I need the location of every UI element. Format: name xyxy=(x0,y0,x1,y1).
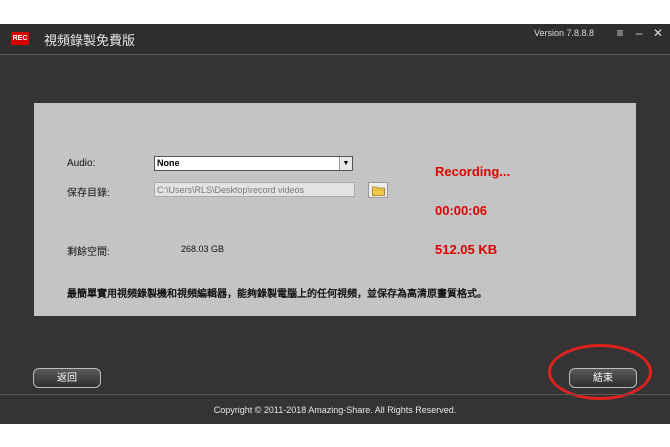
title-divider xyxy=(0,54,670,55)
browse-folder-button[interactable] xyxy=(368,182,388,198)
back-button[interactable]: 返回 xyxy=(33,368,101,388)
free-space-value: 268.03 GB xyxy=(181,244,225,254)
recording-panel: Audio: None ▼ 保存目錄: C:\Users\RLS\Desktop… xyxy=(34,103,636,316)
rec-logo-icon: REC xyxy=(11,32,29,45)
title-bar: REC 視頻錄製免費版 Version 7.8.8.8 ≡ – ✕ xyxy=(0,24,670,54)
folder-icon xyxy=(372,186,385,196)
version-label: Version 7.8.8.8 xyxy=(534,28,595,38)
recording-status: Recording... xyxy=(435,164,511,179)
minimize-icon[interactable]: – xyxy=(632,26,646,40)
elapsed-time: 00:00:06 xyxy=(435,203,488,218)
highlight-circle xyxy=(548,344,652,400)
free-space-label: 剩餘空間: xyxy=(67,247,110,258)
save-dir-label: 保存目錄: xyxy=(67,188,110,199)
audio-select[interactable]: None ▼ xyxy=(154,156,353,171)
footer-divider xyxy=(0,394,670,395)
description-text: 最簡單實用視頻錄製機和視頻編輯器，能夠錄製電腦上的任何視頻，並保存為高清原畫質格… xyxy=(67,289,487,300)
copyright-text: Copyright © 2011-2018 Amazing-Share. All… xyxy=(213,405,457,415)
audio-label: Audio: xyxy=(67,158,96,169)
save-dir-field[interactable]: C:\Users\RLS\Desktop\record videos xyxy=(154,182,355,197)
app-window: REC 視頻錄製免費版 Version 7.8.8.8 ≡ – ✕ Audio:… xyxy=(0,24,670,424)
menu-icon[interactable]: ≡ xyxy=(613,26,627,40)
close-icon[interactable]: ✕ xyxy=(651,26,665,40)
file-size: 512.05 KB xyxy=(435,242,498,257)
app-title: 視頻錄製免費版 xyxy=(44,33,136,48)
dropdown-arrow-icon[interactable]: ▼ xyxy=(339,157,352,170)
audio-select-value: None xyxy=(157,158,180,168)
